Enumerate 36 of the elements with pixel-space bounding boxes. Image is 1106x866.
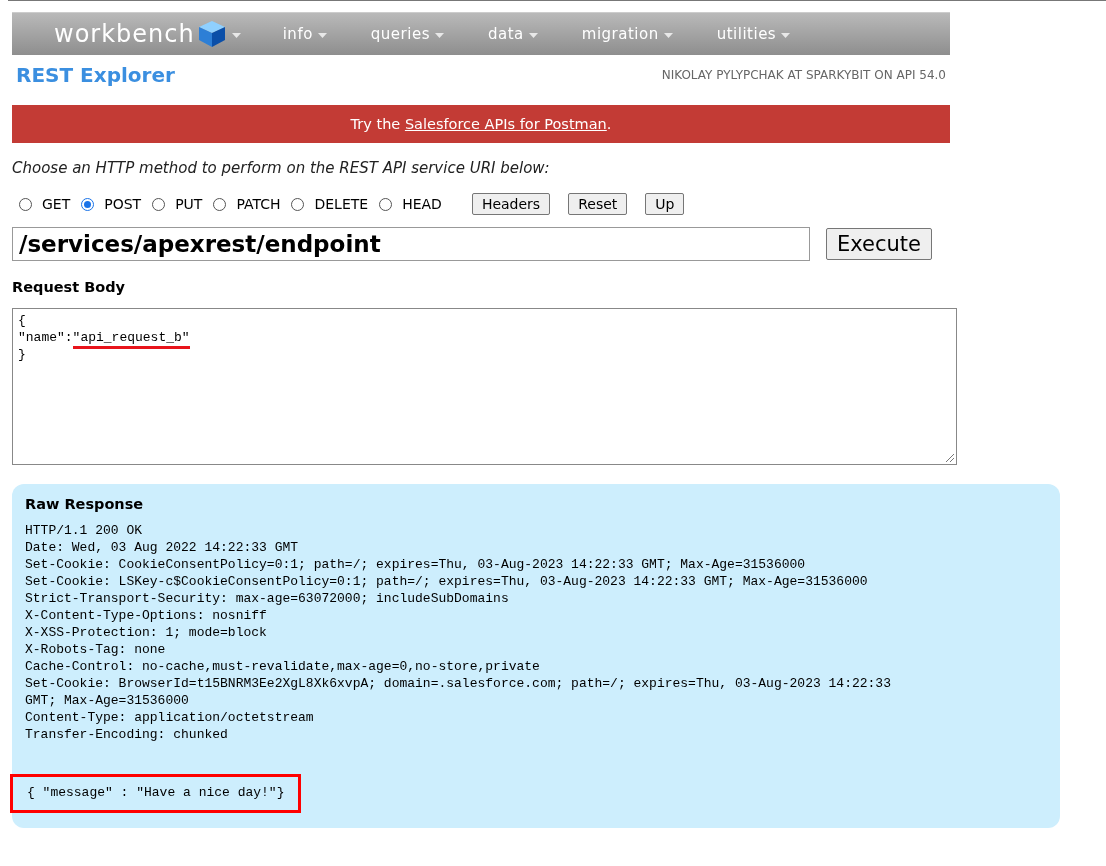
banner-text: . [606, 116, 612, 132]
execute-button[interactable]: Execute [826, 228, 932, 260]
toolbar-button[interactable]: Reset [568, 193, 628, 215]
caret-icon [663, 33, 673, 38]
toolbar-button[interactable]: Headers [471, 193, 551, 215]
response-body: { "message" : "Have a nice day!"} [10, 774, 302, 813]
radio-button[interactable] [19, 197, 32, 211]
method-label: POST [104, 196, 142, 212]
method-label: DELETE [314, 196, 369, 212]
request-body-label: Request Body [12, 279, 126, 295]
caret-icon [528, 33, 538, 38]
method-label: PUT [175, 196, 203, 212]
method-label: PATCH [236, 196, 281, 212]
request-body-field[interactable]: { "name":"api_request_b" } [12, 308, 957, 465]
banner-link[interactable]: Salesforce APIs for Postman [404, 116, 607, 132]
radio-button[interactable] [213, 197, 227, 211]
radio-button[interactable] [379, 197, 393, 211]
cube-icon [196, 19, 227, 49]
caret-icon [781, 33, 791, 38]
response-title: Raw Response [25, 496, 145, 512]
uri-field[interactable]: /services/apexrest/endpoint [12, 227, 810, 261]
response-headers: HTTP/1.1 200 OK Date: Wed, 03 Aug 2022 14:22:33 GMT Set-Cookie: CookieConsentPolicy=0:1; path=/; expires=Thu, 03-Aug-2023 14:22:33 GMT; Max-Age=31536000 Set-Cookie: LSKey-c$CookieConsentPolicy=0:1; path=/; expires=Thu, 03-Aug-2023 14:22:33 GMT; Max-Age=31536000 Strict-Transport-Security: max-age=63072000; includeSubDomains X-Content-Type-Options: nosniff X-XSS-Protection: 1; mode=block X-Robots-Tag: none Cache-Control: no-cache,must-revalidate,max-age=0,no-store,private Set-Cookie: BrowserId=t15BNRM3Ee2XgL8Xk6xvpA; domain=.salesforce.com; path=/; expires=Thu, 03-Aug-2023 14:22:33 GMT; Max-Age=31536000 Content-Type: application/octetstream Transfer-Encoding: chunked [25, 522, 892, 743]
resize-handle-icon[interactable] [945, 453, 954, 462]
caret-icon [435, 33, 444, 38]
caret-icon [317, 33, 327, 38]
caret-icon [231, 33, 241, 38]
method-label: HEAD [402, 196, 442, 212]
page-title: REST Explorer [16, 63, 175, 87]
method-label: GET [42, 196, 71, 212]
toolbar-button[interactable]: Up [645, 193, 685, 215]
instruction-text: Choose an HTTP method to perform on the REST API service URI below: [12, 159, 551, 177]
user-info: NIKOLAY PYLYPCHAK AT SPARKYBIT ON API 54.0 [661, 68, 946, 82]
radio-button[interactable] [291, 197, 305, 211]
radio-button[interactable] [152, 197, 166, 211]
radio-button[interactable] [81, 197, 95, 211]
banner-text: Try the [350, 116, 402, 132]
